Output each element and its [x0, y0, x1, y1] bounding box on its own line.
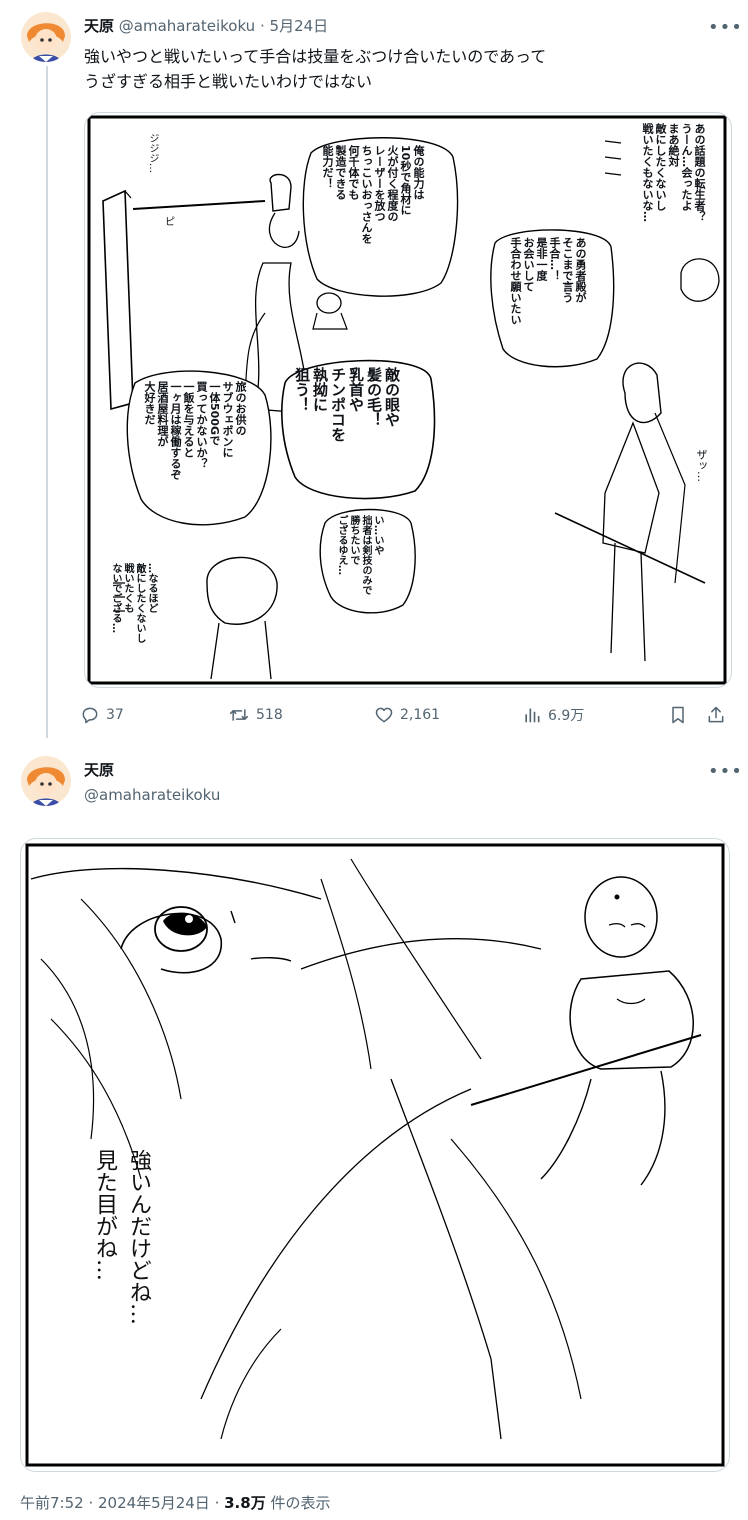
comic-text-sword: い…いや 拙者は剣技のみで 勝ちたいで ござるゆえ…: [336, 515, 383, 595]
tweet-header: 天原 @amaharateikoku · 5月24日: [84, 16, 328, 36]
like-button[interactable]: 2,161: [374, 701, 440, 729]
reply-icon: [82, 707, 98, 724]
avatar[interactable]: [21, 12, 71, 62]
more-icon[interactable]: •••: [708, 19, 743, 37]
comic-text-hero: あの勇者殿が そこまで言う 手合…！ 是非一度 お会いして 手合わせ願いたい: [509, 237, 587, 325]
thread-connector-line: [46, 66, 48, 738]
separator-dot: ·: [209, 1494, 225, 1512]
comic-text-ability: 俺の能力は 10秒で角材に 火が付く程度の レーザーを放つ ちっこいおっさんを …: [321, 145, 425, 244]
bookmark-button[interactable]: [668, 701, 688, 729]
retweet-icon: [229, 709, 249, 721]
tweet-action-bar: 37 518 2,161 6.9万: [80, 701, 736, 729]
views-icon: [525, 708, 540, 723]
share-button[interactable]: [706, 701, 726, 729]
separator-dot: ·: [83, 1494, 98, 1512]
reply-count: 37: [106, 707, 124, 723]
display-name[interactable]: 天原: [84, 17, 114, 35]
tweet-image-comic-2[interactable]: 強いんだけどね… 見た目がね…: [20, 838, 730, 1472]
avatar-image: [21, 12, 71, 62]
bookmark-icon: [672, 706, 684, 724]
total-views-count: 3.8万: [224, 1494, 266, 1512]
reply-button[interactable]: 37: [80, 701, 124, 729]
tweet-text: 強いやつと戦いたいって手合は技量をぶつけ合いたいのであって うざすぎる相手と戦い…: [84, 47, 547, 91]
comic-text-reincarnated: あの話題の転生者？ うーん…会ったよ まあ絶対 敵にしたくないし 戦いたくもない…: [641, 123, 706, 222]
comic-sfx-pi: ピ: [165, 217, 175, 228]
tweet-image-comic-1[interactable]: 俺の能力は 10秒で角材に 火が付く程度の レーザーを放つ ちっこいおっさんを …: [84, 112, 732, 688]
tweet-time[interactable]: 午前7:52: [20, 1494, 84, 1512]
avatar[interactable]: [21, 756, 71, 806]
comic-text-travel: 旅のお供の サブウェポンに 一体500Gで 買ってかないか？ 一飯を与えると 一…: [143, 381, 247, 480]
tweet-header: 天原: [84, 760, 114, 780]
comic-text-target: 敵の眼や 髪の毛！ 乳首や チンポコを 執拗に 狙う！: [293, 367, 401, 442]
separator-dot: ·: [259, 17, 265, 35]
comic-text-handwritten: 強いんだけどね… 見た目がね…: [92, 1149, 151, 1325]
retweet-button[interactable]: 518: [228, 701, 283, 729]
views-button[interactable]: 6.9万: [522, 701, 584, 729]
comic-sfx-jiji: ジジジ…: [147, 133, 158, 173]
views-label: 件の表示: [265, 1494, 331, 1512]
share-icon: [708, 706, 724, 723]
comic-text-naruhodo: …なるほど 敵にしたくないし 戦いたくも ないでござる…: [110, 563, 157, 643]
display-name[interactable]: 天原: [84, 761, 114, 779]
tweet-handle-line: @amaharateikoku: [84, 785, 220, 805]
like-icon: [375, 707, 393, 723]
tweet-full-date[interactable]: 2024年5月24日: [98, 1494, 210, 1512]
tweet-date[interactable]: 5月24日: [270, 17, 329, 35]
user-handle[interactable]: @amaharateikoku: [119, 17, 255, 35]
tweet-timestamp-line: 午前7:52 · 2024年5月24日 · 3.8万 件の表示: [20, 1492, 330, 1513]
like-count: 2,161: [400, 707, 441, 723]
avatar-image: [21, 756, 71, 806]
views-count: 6.9万: [548, 708, 585, 724]
comic-sfx-zawa: ザッ…: [695, 449, 708, 482]
retweet-count: 518: [256, 707, 283, 723]
more-icon[interactable]: •••: [708, 763, 743, 781]
user-handle[interactable]: @amaharateikoku: [84, 786, 220, 804]
